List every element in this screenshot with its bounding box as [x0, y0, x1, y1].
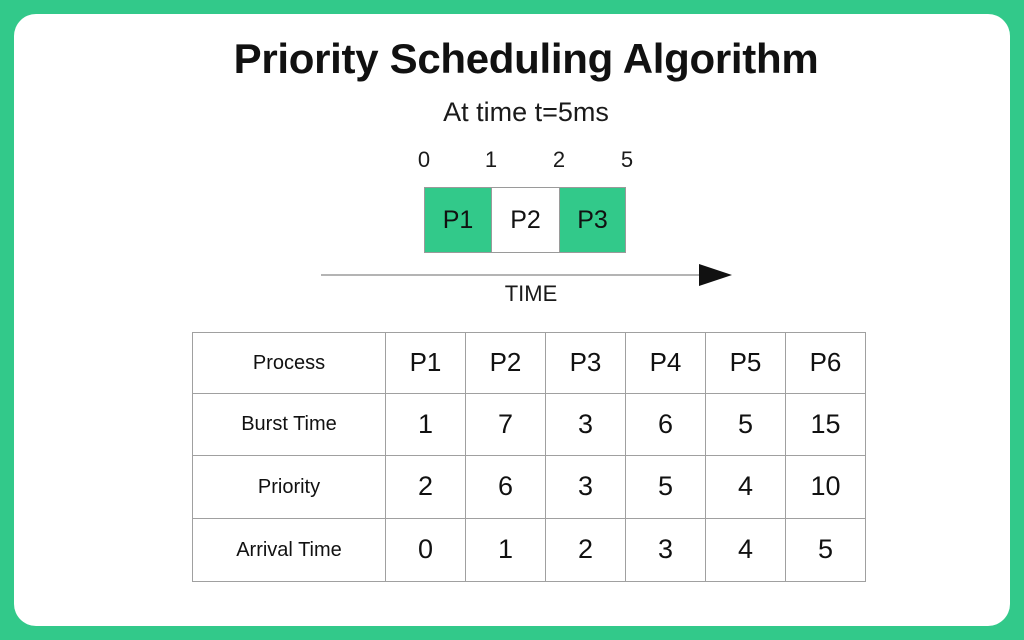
- gantt-tick-1: 1: [484, 147, 498, 172]
- cell-burst-p3: 3: [545, 392, 626, 457]
- cell-process-p3: P3: [545, 332, 626, 394]
- cell-arrival-p2: 1: [465, 518, 546, 582]
- gantt-chart: 0 1 2 5 P1 P2 P3: [418, 147, 633, 257]
- table-row: Process P1 P2 P3 P4 P5 P6: [192, 332, 866, 394]
- table-row: Burst Time 1 7 3 6 5 15: [192, 392, 866, 457]
- process-table: Process P1 P2 P3 P4 P5 P6 Burst Time 1 7…: [192, 332, 866, 582]
- page-subtitle: At time t=5ms: [443, 97, 609, 127]
- table-row: Priority 2 6 3 5 4 10: [192, 455, 866, 520]
- process-table-wrapper: Process P1 P2 P3 P4 P5 P6 Burst Time 1 7…: [192, 332, 866, 582]
- cell-burst-p4: 6: [625, 392, 706, 457]
- cell-burst-p2: 7: [465, 392, 546, 457]
- row-header-burst-time: Burst Time: [192, 392, 386, 457]
- cell-priority-p5: 4: [705, 455, 786, 520]
- cell-priority-p6: 10: [785, 455, 866, 520]
- row-header-process: Process: [192, 332, 386, 394]
- cell-burst-p6: 15: [785, 392, 866, 457]
- cell-process-p1: P1: [385, 332, 466, 394]
- time-axis-arrow: TIME: [321, 264, 732, 312]
- gantt-block-p1: P1: [424, 187, 492, 253]
- cell-arrival-p5: 4: [705, 518, 786, 582]
- gantt-tick-0: 0: [417, 147, 431, 172]
- cell-arrival-p6: 5: [785, 518, 866, 582]
- cell-arrival-p1: 0: [385, 518, 466, 582]
- cell-arrival-p4: 3: [625, 518, 706, 582]
- cell-priority-p1: 2: [385, 455, 466, 520]
- cell-arrival-p3: 2: [545, 518, 626, 582]
- gantt-block-p3: P3: [559, 187, 626, 253]
- gantt-bars: P1 P2 P3: [424, 187, 626, 253]
- cell-process-p5: P5: [705, 332, 786, 394]
- cell-process-p2: P2: [465, 332, 546, 394]
- row-header-arrival-time: Arrival Time: [192, 518, 386, 582]
- gantt-block-p2: P2: [491, 187, 560, 253]
- cell-burst-p1: 1: [385, 392, 466, 457]
- cell-priority-p2: 6: [465, 455, 546, 520]
- cell-priority-p4: 5: [625, 455, 706, 520]
- gantt-tick-2: 2: [552, 147, 566, 172]
- cell-burst-p5: 5: [705, 392, 786, 457]
- cell-process-p6: P6: [785, 332, 866, 394]
- table-row: Arrival Time 0 1 2 3 4 5: [192, 518, 866, 582]
- page-title: Priority Scheduling Algorithm: [233, 35, 819, 82]
- time-axis-line: [321, 274, 700, 276]
- gantt-tick-3: 5: [620, 147, 634, 172]
- green-frame: Priority Scheduling Algorithm At time t=…: [0, 0, 1024, 640]
- content-card: Priority Scheduling Algorithm At time t=…: [14, 14, 1010, 626]
- cell-process-p4: P4: [625, 332, 706, 394]
- row-header-priority: Priority: [192, 455, 386, 520]
- cell-priority-p3: 3: [545, 455, 626, 520]
- time-axis-label: TIME: [504, 281, 558, 306]
